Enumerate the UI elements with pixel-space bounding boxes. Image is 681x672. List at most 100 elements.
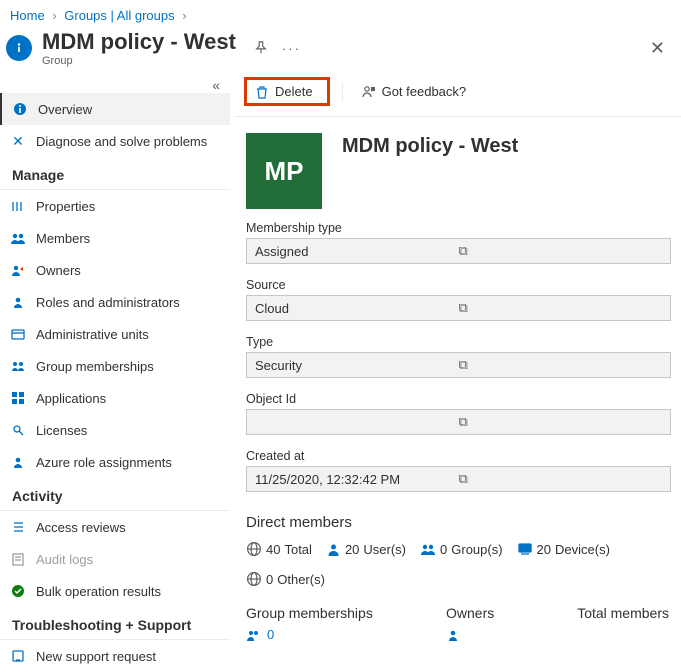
breadcrumb-groups[interactable]: Groups | All groups bbox=[64, 8, 174, 23]
properties-icon bbox=[10, 198, 26, 214]
sidebar-section-activity: Activity bbox=[0, 478, 230, 511]
feedback-icon bbox=[361, 84, 376, 99]
group-name: MDM policy - West bbox=[342, 135, 518, 158]
sidebar-item-overview[interactable]: Overview bbox=[0, 93, 230, 125]
sidebar-item-properties[interactable]: Properties bbox=[0, 190, 230, 222]
sidebar-item-group-memberships[interactable]: Group memberships bbox=[0, 350, 230, 382]
sidebar: « Overview ✕ Diagnose and solve problems… bbox=[0, 73, 230, 672]
total-members-value[interactable]: 0 bbox=[556, 627, 669, 642]
sidebar-item-licenses[interactable]: Licenses bbox=[0, 414, 230, 446]
sidebar-item-members[interactable]: Members bbox=[0, 222, 230, 254]
bulk-icon bbox=[10, 583, 26, 599]
stat-groups[interactable]: 0 Group(s) bbox=[420, 541, 503, 557]
title-column: MDM policy - West Group bbox=[42, 29, 236, 67]
group-memberships-title: Group memberships bbox=[246, 605, 446, 621]
sidebar-item-admin-units[interactable]: Administrative units bbox=[0, 318, 230, 350]
stat-label: Group(s) bbox=[451, 542, 502, 557]
breadcrumb-home[interactable]: Home bbox=[10, 8, 45, 23]
copy-icon[interactable]: ⧉ bbox=[459, 471, 663, 487]
user-icon bbox=[326, 542, 341, 557]
azure-role-icon bbox=[10, 454, 26, 470]
stat-devices[interactable]: 20 Device(s) bbox=[517, 541, 610, 557]
sidebar-item-owners[interactable]: Owners bbox=[0, 254, 230, 286]
field-label-type: Type bbox=[246, 335, 671, 349]
owners-value[interactable]: 2 bbox=[446, 627, 556, 642]
info-icon bbox=[12, 101, 28, 117]
device-icon bbox=[517, 542, 533, 556]
sidebar-label: Overview bbox=[38, 102, 92, 117]
info-icon bbox=[6, 35, 32, 61]
field-label-membership-type: Membership type bbox=[246, 221, 671, 235]
direct-members-stats: 40 Total 20 User(s) 0 Group(s) bbox=[234, 535, 681, 599]
roles-icon bbox=[10, 294, 26, 310]
admin-units-icon bbox=[10, 326, 26, 342]
sidebar-label: Access reviews bbox=[36, 520, 126, 535]
sidebar-label: Administrative units bbox=[36, 327, 149, 342]
stat-others[interactable]: 0 Other(s) bbox=[246, 571, 325, 587]
globe-icon bbox=[246, 571, 262, 587]
copy-icon[interactable]: ⧉ bbox=[459, 357, 663, 373]
page-title: MDM policy - West bbox=[42, 29, 236, 55]
sidebar-item-azure-role[interactable]: Azure role assignments bbox=[0, 446, 230, 478]
copy-icon[interactable]: ⧉ bbox=[459, 300, 663, 316]
field-membership-type: Assigned ⧉ bbox=[246, 238, 671, 264]
stat-value: 20 bbox=[345, 542, 359, 557]
stat-users[interactable]: 20 User(s) bbox=[326, 541, 406, 557]
delete-label: Delete bbox=[275, 84, 313, 99]
trash-icon bbox=[255, 85, 269, 99]
group-avatar: MP bbox=[246, 133, 322, 209]
sidebar-label: New support request bbox=[36, 649, 156, 664]
field-type: Security ⧉ bbox=[246, 352, 671, 378]
sidebar-item-audit-logs[interactable]: Audit logs bbox=[0, 543, 230, 575]
stat-value: 20 bbox=[537, 542, 551, 557]
direct-members-title: Direct members bbox=[234, 502, 681, 535]
field-value: Security bbox=[255, 358, 459, 373]
copy-icon[interactable]: ⧉ bbox=[459, 243, 663, 259]
feedback-button[interactable]: Got feedback? bbox=[355, 84, 473, 99]
field-value: Cloud bbox=[255, 301, 459, 316]
close-icon[interactable]: ✕ bbox=[650, 38, 665, 59]
sidebar-item-bulk-operation[interactable]: Bulk operation results bbox=[0, 575, 230, 607]
sidebar-label: Roles and administrators bbox=[36, 295, 180, 310]
stat-value: 40 bbox=[266, 542, 280, 557]
sidebar-item-roles[interactable]: Roles and administrators bbox=[0, 286, 230, 318]
sidebar-item-access-reviews[interactable]: Access reviews bbox=[0, 511, 230, 543]
audit-logs-icon bbox=[10, 551, 26, 567]
group-memberships-value[interactable]: 0 bbox=[246, 627, 446, 642]
stat-total[interactable]: 40 Total bbox=[246, 541, 312, 557]
stat-label: Device(s) bbox=[555, 542, 610, 557]
stat-label: Total bbox=[284, 542, 311, 557]
sidebar-section-manage: Manage bbox=[0, 157, 230, 190]
field-label-source: Source bbox=[246, 278, 671, 292]
bottom-summary: Group memberships 0 Owners 2 Total membe… bbox=[234, 599, 681, 642]
globe-icon bbox=[246, 541, 262, 557]
sidebar-item-applications[interactable]: Applications bbox=[0, 382, 230, 414]
wrench-icon: ✕ bbox=[10, 133, 26, 149]
copy-icon[interactable]: ⧉ bbox=[459, 414, 663, 430]
delete-button[interactable]: Delete bbox=[244, 77, 330, 106]
collapse-sidebar-icon[interactable]: « bbox=[0, 77, 230, 93]
field-label-object-id: Object Id bbox=[246, 392, 671, 406]
field-source: Cloud ⧉ bbox=[246, 295, 671, 321]
field-created: 11/25/2020, 12:32:42 PM ⧉ bbox=[246, 466, 671, 492]
field-value: 11/25/2020, 12:32:42 PM bbox=[255, 472, 459, 487]
owners-icon bbox=[10, 262, 26, 278]
sidebar-item-diagnose[interactable]: ✕ Diagnose and solve problems bbox=[0, 125, 230, 157]
page-subtitle: Group bbox=[42, 55, 236, 67]
stat-value: 0 bbox=[266, 572, 273, 587]
owners-title: Owners bbox=[446, 605, 556, 621]
sidebar-label: Owners bbox=[36, 263, 81, 278]
sidebar-label: Properties bbox=[36, 199, 95, 214]
sidebar-item-support[interactable]: New support request bbox=[0, 640, 230, 672]
stat-label: Other(s) bbox=[277, 572, 325, 587]
sidebar-label: Diagnose and solve problems bbox=[36, 134, 207, 149]
more-icon[interactable]: ··· bbox=[282, 41, 301, 56]
chevron-right-icon: › bbox=[182, 8, 186, 23]
members-icon bbox=[10, 230, 26, 246]
main-content: Delete Got feedback? MP MDM policy - Wes… bbox=[230, 73, 681, 672]
sidebar-label: Applications bbox=[36, 391, 106, 406]
page-header: MDM policy - West Group ··· ✕ bbox=[0, 27, 681, 73]
command-bar: Delete Got feedback? bbox=[234, 73, 681, 117]
pin-icon[interactable] bbox=[254, 41, 268, 55]
chevron-right-icon: › bbox=[52, 8, 56, 23]
